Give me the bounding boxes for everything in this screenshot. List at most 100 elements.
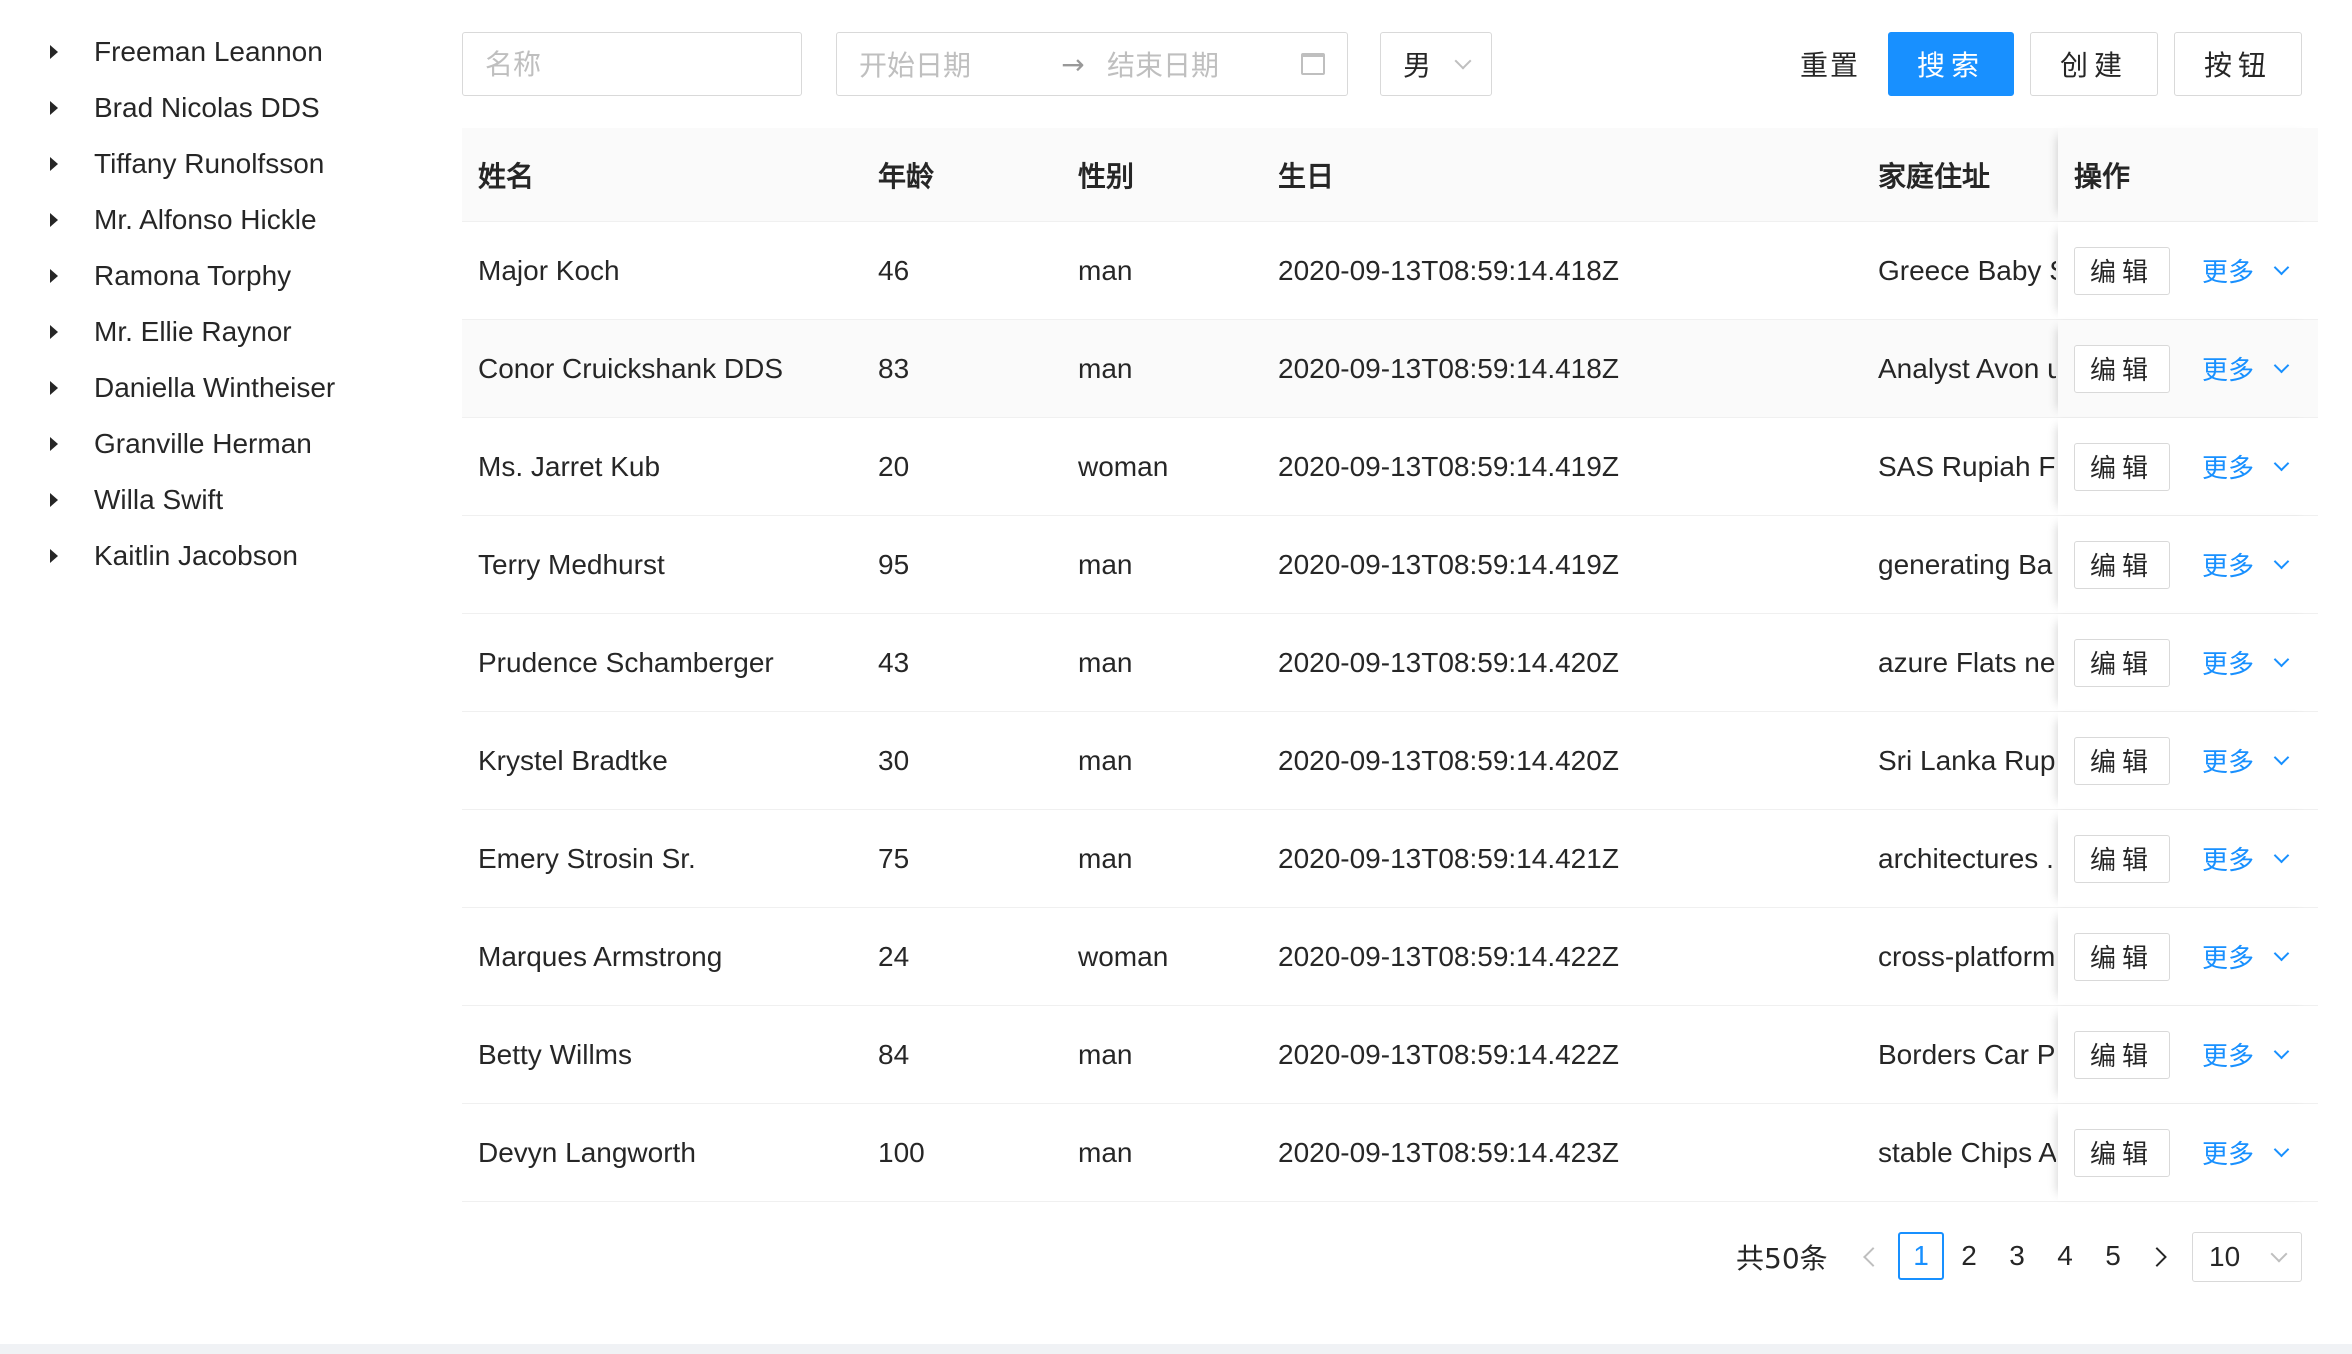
more-dropdown[interactable]: 更多 (2202, 546, 2290, 583)
more-dropdown[interactable]: 更多 (2202, 448, 2290, 485)
search-button[interactable]: 搜索 (1888, 32, 2014, 96)
tree-node[interactable]: Mr. Ellie Raynor (36, 304, 416, 360)
more-dropdown[interactable]: 更多 (2202, 1134, 2290, 1171)
more-dropdown[interactable]: 更多 (2202, 252, 2290, 289)
name-input[interactable] (462, 32, 802, 96)
tree-node[interactable]: Daniella Wintheiser (36, 360, 416, 416)
edit-button[interactable]: 编辑 (2074, 834, 2170, 883)
cell-birthday: 2020-09-13T08:59:14.418Z (1278, 352, 1619, 384)
tree-node-label[interactable]: Willa Swift (94, 484, 223, 516)
edit-button[interactable]: 编辑 (2074, 638, 2170, 687)
page-item[interactable]: 4 (2042, 1232, 2088, 1280)
edit-button[interactable]: 编辑 (2074, 1030, 2170, 1079)
tree-node-label[interactable]: Freeman Leannon (94, 36, 323, 68)
tree-node[interactable]: Granville Herman (36, 416, 416, 472)
caret-right-icon[interactable] (50, 269, 58, 283)
tree-node[interactable]: Brad Nicolas DDS (36, 80, 416, 136)
tree-node-label[interactable]: Mr. Ellie Raynor (94, 316, 292, 348)
chevron-down-icon[interactable] (2273, 1043, 2290, 1060)
caret-right-icon[interactable] (50, 325, 58, 339)
table-row: Marques Armstrong 24 woman 2020-09-13T08… (462, 908, 2318, 1006)
end-date-input[interactable]: 结束日期 (1107, 44, 1287, 84)
tree-node-label[interactable]: Daniella Wintheiser (94, 372, 335, 404)
edit-button[interactable]: 编辑 (2074, 540, 2170, 589)
chevron-down-icon[interactable] (2273, 259, 2290, 276)
cell-age: 24 (878, 940, 910, 972)
edit-button[interactable]: 编辑 (2074, 246, 2170, 295)
date-range-picker[interactable]: 开始日期 → 结束日期 (836, 32, 1348, 96)
more-label[interactable]: 更多 (2202, 742, 2254, 779)
page-item[interactable]: 1 (1898, 1232, 1944, 1280)
more-label[interactable]: 更多 (2202, 350, 2254, 387)
more-label[interactable]: 更多 (2202, 252, 2254, 289)
page-size-select[interactable]: 10 (2192, 1232, 2302, 1282)
chevron-down-icon[interactable] (2273, 651, 2290, 668)
page-item[interactable]: 5 (2090, 1232, 2136, 1280)
edit-button[interactable]: 编辑 (2074, 442, 2170, 491)
chevron-down-icon[interactable] (2273, 847, 2290, 864)
tree-node[interactable]: Freeman Leannon (36, 24, 416, 80)
tree-node[interactable]: Willa Swift (36, 472, 416, 528)
table-row: Emery Strosin Sr. 75 man 2020-09-13T08:5… (462, 810, 2318, 908)
edit-button[interactable]: 编辑 (2074, 736, 2170, 785)
more-dropdown[interactable]: 更多 (2202, 644, 2290, 681)
caret-right-icon[interactable] (50, 493, 58, 507)
more-label[interactable]: 更多 (2202, 840, 2254, 877)
tree-node-label[interactable]: Granville Herman (94, 428, 312, 460)
create-button[interactable]: 创建 (2030, 32, 2158, 96)
more-label[interactable]: 更多 (2202, 1036, 2254, 1073)
tree-node-label[interactable]: Brad Nicolas DDS (94, 92, 320, 124)
tree-node[interactable]: Kaitlin Jacobson (36, 528, 416, 584)
chevron-down-icon[interactable] (2273, 945, 2290, 962)
cell-name: Krystel Bradtke (478, 744, 668, 776)
cell-gender: man (1078, 842, 1133, 874)
caret-right-icon[interactable] (50, 213, 58, 227)
cell-birthday: 2020-09-13T08:59:14.418Z (1278, 254, 1619, 286)
more-label[interactable]: 更多 (2202, 448, 2254, 485)
more-label[interactable]: 更多 (2202, 938, 2254, 975)
gender-select[interactable]: 男 (1380, 32, 1492, 96)
edit-button[interactable]: 编辑 (2074, 1128, 2170, 1177)
edit-button[interactable]: 编辑 (2074, 344, 2170, 393)
column-header-name: 姓名 (478, 159, 535, 193)
gender-select-value: 男 (1403, 49, 1432, 82)
chevron-down-icon[interactable] (2273, 455, 2290, 472)
chevron-down-icon[interactable] (2273, 357, 2290, 374)
caret-right-icon[interactable] (50, 381, 58, 395)
tree-node[interactable]: Tiffany Runolfsson (36, 136, 416, 192)
caret-right-icon[interactable] (50, 45, 58, 59)
edit-button[interactable]: 编辑 (2074, 932, 2170, 981)
generic-button[interactable]: 按钮 (2174, 32, 2302, 96)
more-label[interactable]: 更多 (2202, 1134, 2254, 1171)
tree-node[interactable]: Ramona Torphy (36, 248, 416, 304)
caret-right-icon[interactable] (50, 157, 58, 171)
more-label[interactable]: 更多 (2202, 644, 2254, 681)
cell-gender: man (1078, 254, 1133, 286)
more-dropdown[interactable]: 更多 (2202, 840, 2290, 877)
chevron-down-icon[interactable] (2273, 1141, 2290, 1158)
chevron-left-icon[interactable] (1863, 1247, 1883, 1267)
more-label[interactable]: 更多 (2202, 546, 2254, 583)
more-dropdown[interactable]: 更多 (2202, 742, 2290, 779)
chevron-right-icon[interactable] (2147, 1247, 2167, 1267)
caret-right-icon[interactable] (50, 101, 58, 115)
page-item[interactable]: 3 (1994, 1232, 2040, 1280)
chevron-down-icon[interactable] (2273, 553, 2290, 570)
start-date-input[interactable]: 开始日期 (859, 44, 1039, 84)
tree-node-label[interactable]: Mr. Alfonso Hickle (94, 204, 317, 236)
page-item[interactable]: 2 (1946, 1232, 1992, 1280)
more-dropdown[interactable]: 更多 (2202, 938, 2290, 975)
cell-actions: 编辑 更多 (2058, 1006, 2318, 1103)
cell-actions: 编辑 更多 (2058, 516, 2318, 613)
caret-right-icon[interactable] (50, 437, 58, 451)
tree-node-label[interactable]: Tiffany Runolfsson (94, 148, 324, 180)
reset-button[interactable]: 重置 (1782, 32, 1878, 96)
tree-node-label[interactable]: Kaitlin Jacobson (94, 540, 298, 572)
tree-node[interactable]: Mr. Alfonso Hickle (36, 192, 416, 248)
table-row: Betty Willms 84 man 2020-09-13T08:59:14.… (462, 1006, 2318, 1104)
chevron-down-icon[interactable] (2273, 749, 2290, 766)
caret-right-icon[interactable] (50, 549, 58, 563)
more-dropdown[interactable]: 更多 (2202, 1036, 2290, 1073)
tree-node-label[interactable]: Ramona Torphy (94, 260, 291, 292)
more-dropdown[interactable]: 更多 (2202, 350, 2290, 387)
